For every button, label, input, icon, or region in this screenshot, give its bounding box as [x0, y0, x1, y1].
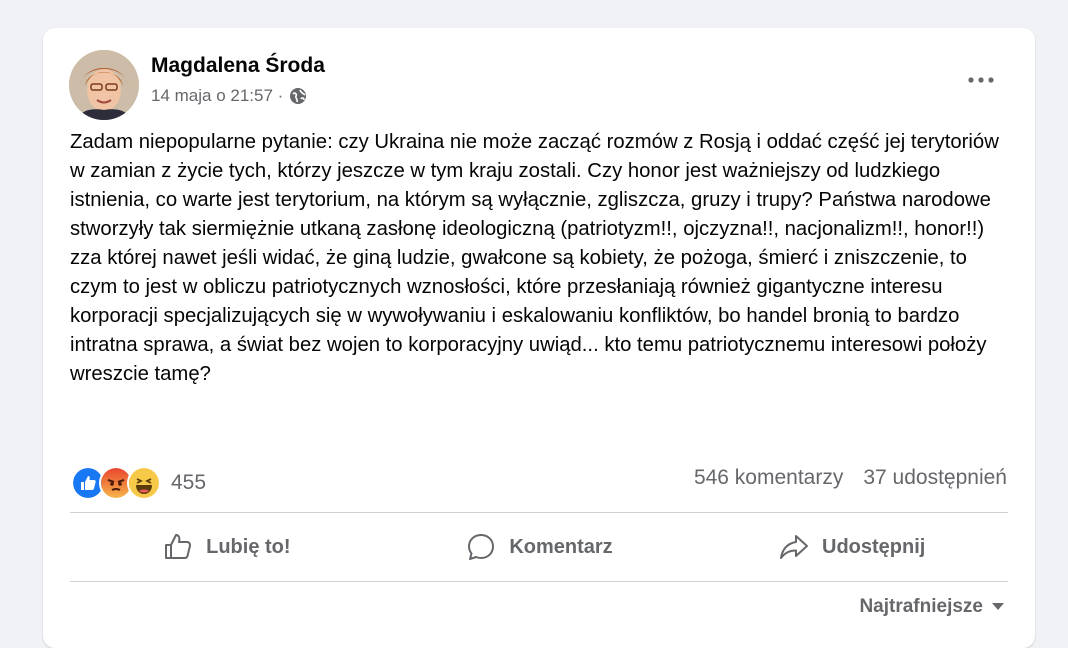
comment-icon — [468, 534, 495, 560]
post-card: Magdalena Środa 14 maja o 21:57 · Zadam … — [43, 28, 1035, 648]
author-avatar[interactable] — [69, 50, 139, 120]
comment-sort-dropdown[interactable]: Najtrafniejsze — [859, 596, 1005, 618]
avatar-image — [69, 50, 139, 120]
reactions-summary[interactable]: 455 — [71, 466, 206, 500]
post-text: Zadam niepopularne pytanie: czy Ukraina … — [70, 131, 999, 385]
haha-icon — [127, 466, 161, 500]
like-button[interactable]: Lubię to! — [70, 513, 383, 581]
globe-icon — [290, 88, 307, 104]
share-label: Udostępnij — [822, 535, 926, 558]
divider-bottom — [70, 581, 1008, 582]
share-icon — [780, 535, 808, 559]
thumbs-up-icon — [165, 534, 192, 559]
share-button[interactable]: Udostępnij — [695, 513, 1008, 581]
comments-count[interactable]: 546 komentarzy — [694, 466, 843, 490]
reaction-count: 455 — [171, 471, 207, 494]
more-options-button[interactable] — [961, 68, 1001, 92]
comment-label: Komentarz — [509, 535, 613, 558]
author-name[interactable]: Magdalena Środa — [151, 54, 325, 78]
post-date[interactable]: 14 maja o 21:57 · — [151, 86, 283, 106]
sort-label: Najtrafniejsze — [859, 596, 983, 617]
shares-count[interactable]: 37 udostępnień — [863, 466, 1007, 490]
like-label: Lubię to! — [206, 535, 291, 558]
post-meta: 14 maja o 21:57 · — [151, 86, 307, 106]
comment-button[interactable]: Komentarz — [383, 513, 696, 581]
reaction-icons — [71, 466, 161, 500]
caret-down-icon — [992, 603, 1004, 610]
action-bar: Lubię to! Komentarz Udostępnij — [70, 513, 1008, 581]
more-options-icon — [968, 77, 994, 83]
engagement-stats: 546 komentarzy 37 udostępnień — [694, 466, 1007, 490]
